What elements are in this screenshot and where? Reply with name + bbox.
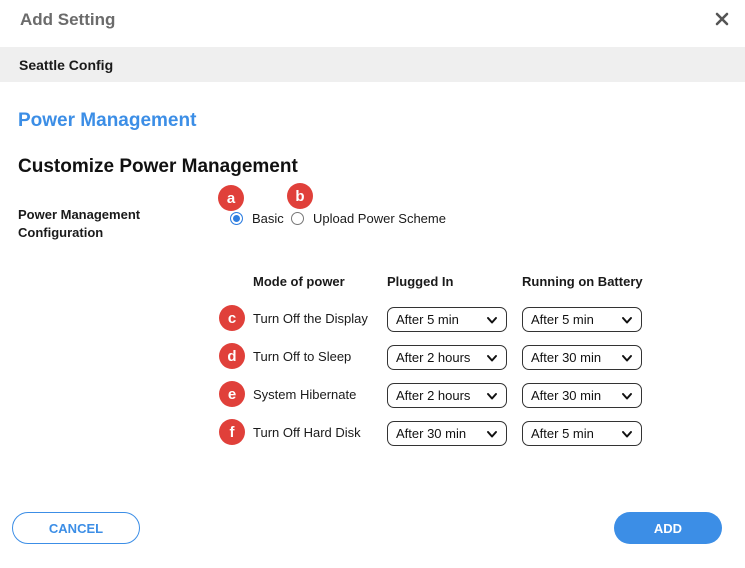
power-management-config-label: Power Management Configuration <box>18 207 141 240</box>
row-label-hibernate: System Hibernate <box>253 387 357 402</box>
chevron-down-icon <box>487 392 497 399</box>
badge-d: d <box>219 343 245 369</box>
cancel-button[interactable]: CANCEL <box>12 512 140 544</box>
chevron-down-icon <box>487 354 497 361</box>
section-title: Power Management <box>18 110 197 131</box>
select-hibernate-plugged[interactable]: After 2 hours <box>387 383 507 408</box>
badge-c: c <box>219 305 245 331</box>
select-value: After 30 min <box>531 388 602 403</box>
close-x-icon <box>715 12 729 26</box>
row-label-hard-disk: Turn Off Hard Disk <box>253 425 361 440</box>
select-sleep-battery[interactable]: After 30 min <box>522 345 642 370</box>
badge-b: b <box>287 183 313 209</box>
dialog-title: Add Setting <box>20 10 116 29</box>
select-display-plugged[interactable]: After 5 min <box>387 307 507 332</box>
select-value: After 2 hours <box>396 388 471 403</box>
chevron-down-icon <box>622 430 632 437</box>
row-label-sleep: Turn Off to Sleep <box>253 349 352 364</box>
add-button[interactable]: ADD <box>614 512 722 544</box>
select-sleep-plugged[interactable]: After 2 hours <box>387 345 507 370</box>
section-subtitle: Customize Power Management <box>18 156 298 177</box>
badge-a: a <box>218 185 244 211</box>
badge-f: f <box>219 419 245 445</box>
radio-basic[interactable] <box>230 212 243 225</box>
header-plugged-in: Plugged In <box>387 274 454 289</box>
chevron-down-icon <box>622 354 632 361</box>
badge-e: e <box>219 381 245 407</box>
radio-upload-label: Upload Power Scheme <box>313 211 446 226</box>
header-mode-of-power: Mode of power <box>253 274 345 289</box>
chevron-down-icon <box>487 316 497 323</box>
select-value: After 5 min <box>531 312 594 327</box>
select-hard-disk-battery[interactable]: After 5 min <box>522 421 642 446</box>
select-value: After 5 min <box>396 312 459 327</box>
close-icon[interactable] <box>711 8 733 30</box>
select-display-battery[interactable]: After 5 min <box>522 307 642 332</box>
select-value: After 2 hours <box>396 350 471 365</box>
chevron-down-icon <box>622 316 632 323</box>
chevron-down-icon <box>622 392 632 399</box>
radio-upload-power-scheme[interactable] <box>291 212 304 225</box>
header-running-on-battery: Running on Battery <box>522 274 643 289</box>
radio-basic-label: Basic <box>252 211 284 226</box>
config-name: Seattle Config <box>19 57 114 73</box>
dialog-header: Add Setting <box>0 0 745 40</box>
select-hibernate-battery[interactable]: After 30 min <box>522 383 642 408</box>
select-hard-disk-plugged[interactable]: After 30 min <box>387 421 507 446</box>
select-value: After 30 min <box>531 350 602 365</box>
config-bar: Seattle Config <box>0 47 745 82</box>
chevron-down-icon <box>487 430 497 437</box>
select-value: After 5 min <box>531 426 594 441</box>
select-value: After 30 min <box>396 426 467 441</box>
row-label-display: Turn Off the Display <box>253 311 368 326</box>
